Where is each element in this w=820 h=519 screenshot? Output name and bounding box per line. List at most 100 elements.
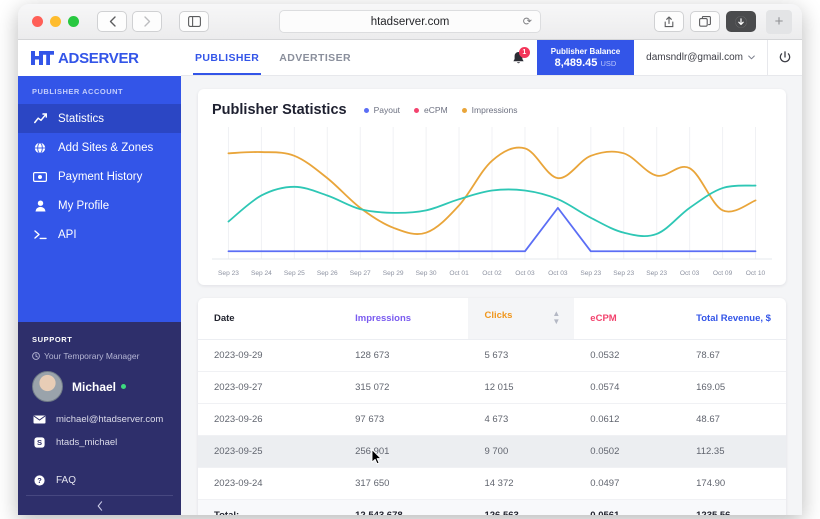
manager-block: Michael xyxy=(18,371,181,402)
cell-impressions: 256 901 xyxy=(339,435,469,468)
address-bar[interactable]: htadserver.com ⟳ xyxy=(279,10,541,33)
url-text: htadserver.com xyxy=(370,15,450,28)
browser-chrome-toolbar: htadserver.com ⟳ + xyxy=(18,4,802,40)
column-header-clicks[interactable]: Clicks ▲ ▼ xyxy=(468,298,575,340)
balance-label: Publisher Balance xyxy=(550,46,621,56)
manager-name-row: Michael xyxy=(72,379,127,394)
legend-label: Impressions xyxy=(471,105,518,115)
x-axis-tick: Sep 23 xyxy=(646,270,668,277)
x-axis-tick: Sep 27 xyxy=(349,270,371,277)
account-menu[interactable]: damsndlr@gmail.com xyxy=(634,40,768,75)
cell-date: 2023-09-27 xyxy=(198,371,340,404)
column-header-clicks-label: Clicks xyxy=(484,310,513,321)
total-cell-ecpm: 0.0561 xyxy=(574,499,681,515)
chart-header: Publisher Statistics Payout eCPM Impress… xyxy=(212,102,772,118)
column-header-ecpm[interactable]: eCPM xyxy=(574,298,681,340)
sort-updown-icon[interactable]: ▲ ▼ xyxy=(552,309,560,327)
cell-date: 2023-09-25 xyxy=(198,435,340,468)
forward-button xyxy=(132,11,162,32)
sidebar-section-label: PUBLISHER ACCOUNT xyxy=(32,87,124,96)
chevron-left-icon xyxy=(97,500,102,511)
sidebar-item-label: API xyxy=(58,228,77,241)
sidebar-item-payment-history[interactable]: Payment History xyxy=(18,162,181,191)
sidebar-item-add-sites-zones[interactable]: Add Sites & Zones xyxy=(18,133,181,162)
statistics-chart-card: Publisher Statistics Payout eCPM Impress… xyxy=(198,89,786,285)
manager-email: michael@htadserver.com xyxy=(56,414,164,425)
cell-ecpm: 0.0497 xyxy=(574,467,681,500)
globe-icon xyxy=(33,141,47,154)
tab-label: PUBLISHER xyxy=(195,51,260,64)
publisher-balance[interactable]: Publisher Balance 8,489.45 USD xyxy=(536,40,635,75)
sidebar-logo[interactable]: ADSERVER xyxy=(18,40,181,76)
table-row[interactable]: 2023-09-26 97 673 4 673 0.0612 48.67 xyxy=(198,403,786,436)
question-circle-icon: ? xyxy=(32,475,46,486)
manager-name: Michael xyxy=(72,379,117,394)
balance-amount: 8,489.45 xyxy=(554,56,598,69)
cell-revenue: 169.05 xyxy=(680,371,786,404)
support-title: SUPPORT xyxy=(32,335,73,344)
chrome-right-actions: + xyxy=(654,9,792,34)
manager-email-row[interactable]: michael@htadserver.com xyxy=(18,414,181,425)
legend-item-payout[interactable]: Payout xyxy=(363,105,400,115)
legend-item-ecpm[interactable]: eCPM xyxy=(414,105,448,115)
application-area: ADSERVER PUBLISHER ACCOUNT Statistics Ad… xyxy=(18,40,802,515)
sidebar-support-section: SUPPORT Your Temporary Manager Michael m… xyxy=(18,322,181,515)
download-button[interactable] xyxy=(726,11,756,32)
notification-badge: 1 xyxy=(518,47,530,58)
table-row[interactable]: 2023-09-24 317 650 14 372 0.0497 174.90 xyxy=(198,467,786,500)
cell-clicks: 5 673 xyxy=(468,339,575,372)
sidebar-toggle-button[interactable] xyxy=(179,11,209,32)
x-axis-tick: Sep 30 xyxy=(415,270,437,277)
sidebar-item-my-profile[interactable]: My Profile xyxy=(18,191,181,220)
minimize-window-button[interactable] xyxy=(50,16,61,27)
x-axis-tick: Sep 25 xyxy=(283,270,305,277)
balance-amount-row: 8,489.45 USD xyxy=(555,57,617,69)
sidebar-item-statistics[interactable]: Statistics xyxy=(18,104,181,133)
account-email: damsndlr@gmail.com xyxy=(646,52,743,63)
legend-swatch xyxy=(461,107,467,113)
cell-impressions: 317 650 xyxy=(339,467,469,500)
table-total-row: Total:12 543 678126 5630.05611235.56 xyxy=(198,499,786,515)
x-axis-tick: Oct 03 xyxy=(515,270,535,277)
sidebar-collapse-button[interactable] xyxy=(26,495,173,515)
cell-date: 2023-09-24 xyxy=(198,467,340,500)
x-axis-tick: Oct 09 xyxy=(712,270,733,277)
logout-button[interactable] xyxy=(768,40,802,75)
x-axis-tick: Sep 26 xyxy=(316,270,338,277)
notifications-button[interactable]: 1 xyxy=(500,40,537,75)
tab-advertiser[interactable]: ADVERTISER xyxy=(279,40,351,75)
share-button[interactable] xyxy=(654,11,684,32)
cell-date: 2023-09-26 xyxy=(198,403,340,436)
top-navigation-bar: PUBLISHER ADVERTISER 1 Publisher Balance xyxy=(181,40,802,76)
power-icon xyxy=(779,51,791,63)
maximize-window-button[interactable] xyxy=(68,16,79,27)
x-axis-tick: Sep 29 xyxy=(382,270,404,277)
cell-revenue: 78.67 xyxy=(680,339,786,372)
column-header-date[interactable]: Date xyxy=(198,298,340,340)
column-header-total-revenue[interactable]: Total Revenue, $ xyxy=(680,298,786,340)
brand-name: ADSERVER xyxy=(58,49,139,67)
table-row[interactable]: 2023-09-25 256 901 9 700 0.0502 112.35 xyxy=(198,435,786,468)
sidebar-item-api[interactable]: API xyxy=(18,220,181,249)
x-axis-tick: Oct 03 xyxy=(679,270,700,277)
faq-link[interactable]: ? FAQ xyxy=(18,475,76,486)
table-header: Date Impressions Clicks ▲ ▼ eCPM Total Re… xyxy=(198,298,786,340)
tab-publisher[interactable]: PUBLISHER xyxy=(192,40,262,75)
cell-revenue: 174.90 xyxy=(680,467,786,500)
online-status-dot xyxy=(121,384,127,389)
back-button[interactable] xyxy=(97,11,127,32)
close-window-button[interactable] xyxy=(32,16,43,27)
reload-icon[interactable]: ⟳ xyxy=(523,15,532,28)
total-cell-clicks: 126 563 xyxy=(468,499,575,515)
manager-skype: htads_michael xyxy=(56,437,118,448)
new-tab-button[interactable]: + xyxy=(766,9,792,34)
tab-overview-button[interactable] xyxy=(690,11,720,32)
column-header-impressions[interactable]: Impressions xyxy=(339,298,469,340)
table-row[interactable]: 2023-09-27 315 072 12 015 0.0574 169.05 xyxy=(198,371,786,404)
manager-skype-row[interactable]: S htads_michael xyxy=(18,437,181,448)
cell-revenue: 48.67 xyxy=(680,403,786,436)
table-header-row: Date Impressions Clicks ▲ ▼ eCPM Total Re… xyxy=(198,298,786,340)
legend-item-impressions[interactable]: Impressions xyxy=(461,105,518,115)
cell-revenue: 112.35 xyxy=(680,435,786,468)
table-row[interactable]: 2023-09-29 128 673 5 673 0.0532 78.67 xyxy=(198,339,786,372)
